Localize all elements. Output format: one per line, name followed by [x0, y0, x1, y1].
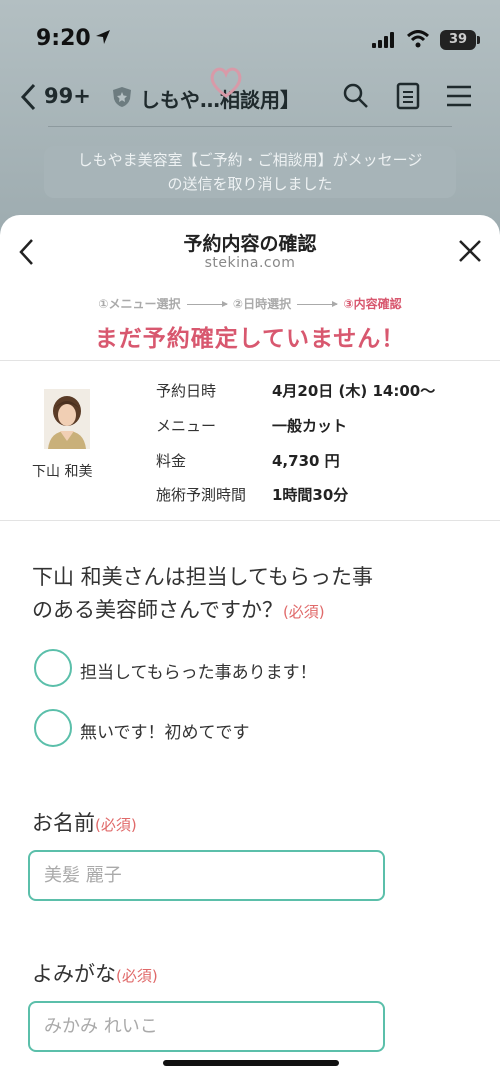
- sheet-title: 予約内容の確認: [183, 233, 317, 255]
- status-time: 9:20: [36, 26, 91, 51]
- notice-line: しもやま美容室【ご予約・ご相談用】がメッセージ: [77, 151, 423, 169]
- info-label: 料金: [156, 452, 187, 470]
- divider: [0, 520, 500, 521]
- info-value: 一般カット: [272, 417, 348, 435]
- name-label-text: お名前: [32, 811, 95, 835]
- question-line: のある美容師さんですか？(必須): [32, 594, 472, 629]
- info-label: メニュー: [156, 417, 217, 435]
- not-confirmed-warning: まだ予約確定していません！: [94, 326, 406, 352]
- back-chevron-icon[interactable]: [18, 82, 40, 116]
- divider: [0, 360, 500, 361]
- name-input[interactable]: [28, 850, 385, 901]
- name-label: お名前(必須): [32, 807, 137, 837]
- system-notice: しもやま美容室【ご予約・ご相談用】がメッセージ の送信を取り消しました: [44, 146, 456, 198]
- kana-input[interactable]: [28, 1001, 385, 1052]
- sheet-domain: stekina.com: [204, 255, 296, 271]
- question-line: 下山 和美さんは担当してもらった事: [32, 565, 373, 589]
- radio-button[interactable]: [34, 709, 72, 747]
- option-visited-before[interactable]: 担当してもらった事あります！: [34, 649, 434, 689]
- option-first-time[interactable]: 無いです！初めてです: [34, 709, 434, 749]
- info-value: 4,730 円: [272, 452, 340, 470]
- step-menu: ①メニュー選択: [98, 297, 181, 311]
- notice-line: の送信を取り消しました: [167, 175, 333, 193]
- unread-count[interactable]: 99+: [44, 84, 91, 108]
- reservation-confirm-sheet: 予約内容の確認 stekina.com ①メニュー選択 ②日時選択 ③内容確認 …: [0, 215, 500, 1083]
- chat-header: 99+ しもや…相談用】: [0, 67, 500, 120]
- required-badge: (必須): [282, 603, 325, 621]
- staff-name: 下山 和美: [32, 464, 93, 480]
- required-badge: (必須): [116, 967, 158, 985]
- divider: [48, 126, 452, 127]
- question-text: のある美容師さんですか？: [32, 598, 283, 622]
- info-value: 4月20日 (木) 14:00〜: [272, 382, 436, 400]
- wifi-icon: [406, 30, 430, 52]
- option-label: 無いです！初めてです: [80, 723, 250, 743]
- battery-icon: 39: [440, 30, 480, 50]
- arrow-right-icon: [186, 301, 228, 307]
- progress-steps: ①メニュー選択 ②日時選択 ③内容確認: [0, 295, 500, 312]
- menu-icon[interactable]: [446, 84, 472, 112]
- cellular-signal-icon: [372, 32, 396, 52]
- required-badge: (必須): [95, 816, 137, 834]
- info-label: 予約日時: [156, 382, 217, 400]
- status-bar: 9:20 39: [0, 22, 500, 62]
- info-value: 1時間30分: [272, 486, 349, 504]
- search-icon[interactable]: [342, 82, 370, 114]
- close-icon[interactable]: [456, 237, 484, 269]
- kana-label: よみがな(必須): [32, 958, 158, 988]
- option-label: 担当してもらった事あります！: [80, 663, 317, 683]
- staff-avatar: [44, 389, 90, 449]
- info-label: 施術予測時間: [156, 486, 247, 504]
- notes-icon[interactable]: [396, 82, 420, 114]
- step-confirm: ③内容確認: [343, 297, 402, 311]
- arrow-right-icon: [297, 301, 339, 307]
- radio-button[interactable]: [34, 649, 72, 687]
- location-arrow-icon: [94, 28, 112, 50]
- step-datetime: ②日時選択: [232, 297, 292, 311]
- heart-icon: [208, 66, 244, 102]
- kana-label-text: よみがな: [32, 962, 116, 986]
- home-indicator[interactable]: [163, 1060, 339, 1066]
- chat-background: 9:20 39 99+ しもや…相談用】 しもやま美容室【ご予約・ご相談用】がメ…: [0, 0, 500, 230]
- shield-icon: [112, 86, 132, 112]
- stylist-question: 下山 和美さんは担当してもらった事 のある美容師さんですか？(必須): [32, 561, 472, 629]
